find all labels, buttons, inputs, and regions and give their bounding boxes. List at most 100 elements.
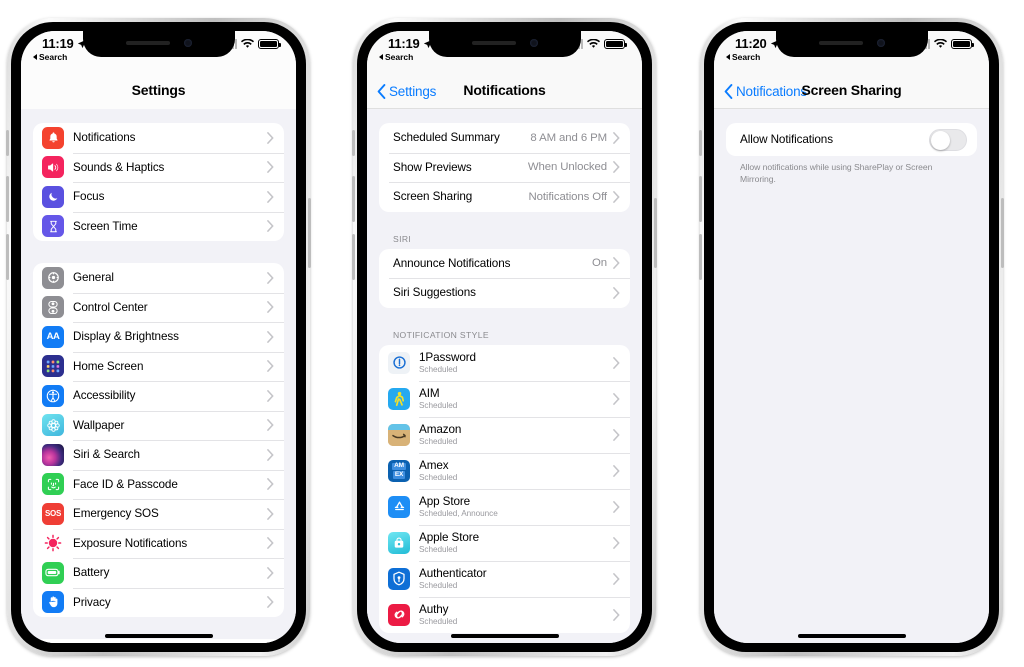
app-row-aim[interactable]: AIM Scheduled: [379, 380, 630, 417]
phone-screen-notifications: 11:19 Search Settings Notifications Sche…: [367, 31, 642, 643]
volume-down-button[interactable]: [352, 234, 355, 280]
aim-icon: [388, 387, 410, 410]
power-button[interactable]: [308, 198, 311, 268]
chevron-right-icon: [267, 389, 274, 402]
row-value: 8 AM and 6 PM: [530, 131, 607, 144]
face-id-icon: [42, 473, 64, 496]
mute-switch[interactable]: [6, 130, 9, 156]
row-label: Siri Suggestions: [393, 286, 476, 300]
settings-scroll-area[interactable]: Notifications Sounds & Haptics Focus Scr…: [21, 109, 296, 643]
sidebar-item-label: Emergency SOS: [73, 507, 159, 521]
phone-bezel: 11:20 Search Notifications Screen Sharin…: [704, 22, 999, 652]
volume-down-button[interactable]: [6, 234, 9, 280]
home-indicator[interactable]: [797, 634, 906, 638]
iphone-settings: 11:19 Search Settings Notifications Soun…: [6, 18, 311, 656]
chevron-right-icon: [267, 330, 274, 343]
section-header-notification-style: NOTIFICATION STYLE: [393, 329, 489, 340]
volume-up-button[interactable]: [6, 176, 9, 222]
sidebar-item-accessibility[interactable]: Accessibility: [33, 381, 284, 411]
sidebar-item-label: Battery: [73, 566, 110, 580]
row-show-previews[interactable]: Show Previews When Unlocked: [379, 152, 630, 183]
chevron-right-icon: [613, 536, 620, 549]
app-row-app-store[interactable]: App Store Scheduled, Announce: [379, 488, 630, 525]
app-row-apple-store[interactable]: Apple Store Scheduled: [379, 524, 630, 561]
sidebar-item-display-brightness[interactable]: AA Display & Brightness: [33, 322, 284, 352]
row-allow-notifications[interactable]: Allow Notifications: [726, 123, 977, 156]
app-row-amex[interactable]: AM EX Amex Scheduled: [379, 452, 630, 489]
chevron-right-icon: [613, 190, 620, 203]
sidebar-item-sounds-haptics[interactable]: Sounds & Haptics: [33, 152, 284, 183]
front-camera-icon: [876, 38, 885, 47]
chevron-right-icon: [267, 419, 274, 432]
amazon-icon: [388, 423, 410, 446]
general-gear-icon: [42, 266, 64, 289]
chevron-right-icon: [613, 428, 620, 441]
page-title: Settings: [131, 82, 186, 98]
row-label: Scheduled Summary: [393, 131, 500, 145]
screen-sharing-scroll-area[interactable]: Allow Notifications Allow notifications …: [714, 109, 989, 643]
sidebar-item-face-id-passcode[interactable]: Face ID & Passcode: [33, 469, 284, 500]
home-indicator[interactable]: [104, 634, 213, 638]
sidebar-item-siri-search[interactable]: Siri & Search: [33, 440, 284, 470]
app-row-authy[interactable]: Authy Scheduled: [379, 596, 630, 633]
sidebar-item-emergency-sos[interactable]: SOS Emergency SOS: [33, 499, 284, 529]
chevron-right-icon: [267, 537, 274, 550]
mute-switch[interactable]: [352, 130, 355, 156]
app-row-authenticator[interactable]: Authenticator Scheduled: [379, 560, 630, 597]
app-status: Scheduled: [419, 437, 458, 446]
chevron-right-icon: [613, 572, 620, 585]
row-label: Allow Notifications: [740, 133, 833, 146]
settings-group-1: Notifications Sounds & Haptics Focus Scr…: [33, 123, 284, 241]
row-screen-sharing[interactable]: Screen Sharing Notifications Off: [379, 182, 630, 212]
volume-up-button[interactable]: [699, 176, 702, 222]
chevron-right-icon: [613, 356, 620, 369]
sidebar-item-exposure-notifications[interactable]: Exposure Notifications: [33, 528, 284, 559]
authy-icon: [388, 603, 410, 626]
power-button[interactable]: [1001, 198, 1004, 268]
app-name: 1Password: [419, 351, 476, 364]
chevron-right-icon: [267, 596, 274, 609]
phone-screen-screen-sharing: 11:20 Search Notifications Screen Sharin…: [714, 31, 989, 643]
row-announce-notifications[interactable]: Announce Notifications On: [379, 249, 630, 279]
screenshot-stage: 11:19 Search Settings Notifications Soun…: [0, 0, 1024, 667]
notifications-scroll-area[interactable]: Scheduled Summary 8 AM and 6 PM Show Pre…: [367, 109, 642, 643]
sidebar-item-home-screen[interactable]: Home Screen: [33, 351, 284, 382]
sound-speaker-icon: [42, 156, 64, 179]
authenticator-icon: [388, 567, 410, 590]
sidebar-item-battery[interactable]: Battery: [33, 558, 284, 588]
row-siri-suggestions[interactable]: Siri Suggestions: [379, 278, 630, 308]
app-status: Scheduled: [419, 617, 458, 626]
home-screen-grid-icon: [42, 355, 64, 378]
app-status: Scheduled: [419, 581, 458, 590]
toggle-knob: [931, 130, 950, 150]
screen-time-hourglass-icon: [42, 215, 64, 238]
volume-down-button[interactable]: [699, 234, 702, 280]
mute-switch[interactable]: [699, 130, 702, 156]
home-indicator[interactable]: [450, 634, 559, 638]
sidebar-item-notifications[interactable]: Notifications: [33, 123, 284, 153]
sidebar-item-control-center[interactable]: Control Center: [33, 292, 284, 323]
chevron-right-icon: [613, 500, 620, 513]
sidebar-item-app-store[interactable]: App Store: [33, 639, 284, 643]
sidebar-item-label: Focus: [73, 190, 105, 204]
amex-icon: AM EX: [388, 459, 410, 482]
app-status: Scheduled, Announce: [419, 509, 498, 518]
sidebar-item-wallpaper[interactable]: Wallpaper: [33, 410, 284, 441]
sidebar-item-screen-time[interactable]: Screen Time: [33, 211, 284, 242]
volume-up-button[interactable]: [352, 176, 355, 222]
sidebar-item-label: Display & Brightness: [73, 330, 179, 344]
sidebar-item-general[interactable]: General: [33, 263, 284, 293]
phone-screen-settings: 11:19 Search Settings Notifications Soun…: [21, 31, 296, 643]
sidebar-item-privacy[interactable]: Privacy: [33, 587, 284, 618]
app-row-amazon[interactable]: Amazon Scheduled: [379, 416, 630, 453]
power-button[interactable]: [654, 198, 657, 268]
sidebar-item-label: Notifications: [73, 131, 136, 145]
allow-notifications-footnote: Allow notifications while using SharePla…: [740, 162, 933, 184]
sidebar-item-label: Face ID & Passcode: [73, 477, 178, 491]
settings-group-2: General Control Center AA Display & Brig…: [33, 263, 284, 617]
sidebar-item-focus[interactable]: Focus: [33, 182, 284, 212]
allow-notifications-toggle[interactable]: [929, 128, 967, 151]
app-row-1password[interactable]: 1Password Scheduled: [379, 345, 630, 381]
app-store-icon: [388, 495, 410, 518]
row-scheduled-summary[interactable]: Scheduled Summary 8 AM and 6 PM: [379, 123, 630, 153]
